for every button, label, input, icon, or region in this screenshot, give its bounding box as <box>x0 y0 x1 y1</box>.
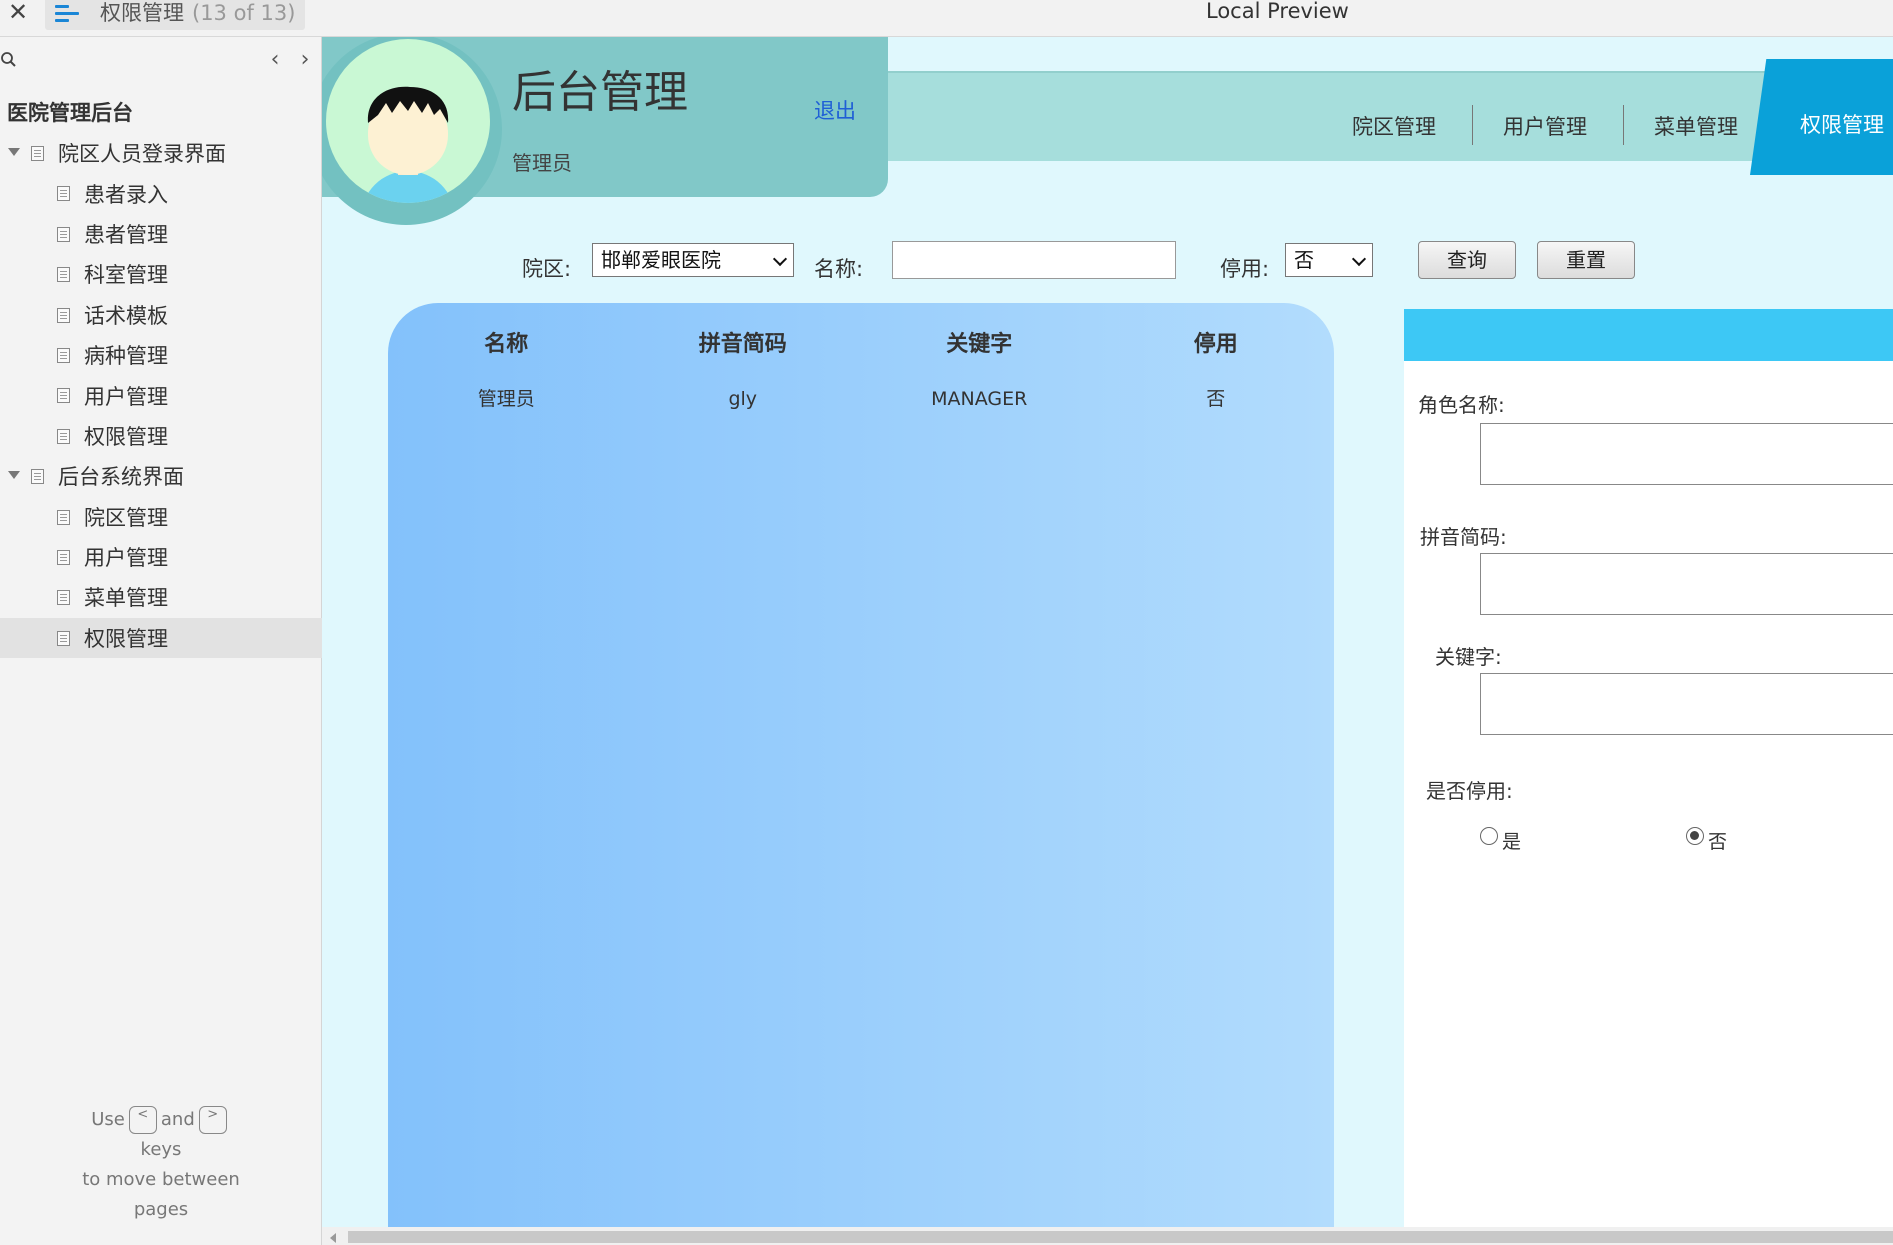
role-name-label: 角色名称: <box>1418 393 1505 417</box>
query-button[interactable]: 查询 <box>1418 241 1516 279</box>
nav-item-menus[interactable]: 菜单管理 <box>1624 105 1774 145</box>
tree-item[interactable]: 权限管理 <box>0 416 322 456</box>
nav-item-permissions[interactable]: 权限管理 <box>1800 103 1884 147</box>
tree-item[interactable]: 院区管理 <box>0 497 322 537</box>
chevron-down-icon <box>1351 251 1367 267</box>
document-tab[interactable]: 权限管理 (13 of 13) <box>45 0 305 30</box>
document-icon <box>31 146 44 161</box>
tree-item[interactable]: 用户管理 <box>0 537 322 577</box>
logout-link[interactable]: 退出 <box>814 95 856 125</box>
document-icon <box>57 590 70 606</box>
page-title: 后台管理 <box>512 67 688 118</box>
tree-item[interactable]: 科室管理 <box>0 254 322 294</box>
document-icon <box>57 226 70 242</box>
search-icon[interactable] <box>0 51 20 71</box>
table-cell: 否 <box>1206 388 1226 410</box>
user-role: 管理员 <box>512 151 572 175</box>
edit-panel-header <box>1404 309 1893 361</box>
scroll-left-icon[interactable] <box>330 1233 336 1243</box>
tree-item[interactable]: 用户管理 <box>0 375 322 415</box>
column-header: 拼音简码 <box>698 332 787 357</box>
tab-title: 权限管理 (13 of 13) <box>100 1 296 25</box>
close-icon[interactable]: ✕ <box>4 0 32 28</box>
column-header: 关键字 <box>946 332 1013 357</box>
table-row[interactable]: 管理员 gly MANAGER 否 <box>388 381 1334 417</box>
document-icon <box>57 549 70 565</box>
next-page-icon[interactable]: › <box>290 47 320 72</box>
tree-root[interactable]: 医院管理后台 <box>7 97 133 127</box>
top-bar: ✕ 权限管理 (13 of 13) Local Preview <box>0 0 1893 37</box>
role-table: 名称 拼音简码 关键字 停用 管理员 gly MANAGER 否 <box>388 303 1334 1227</box>
avatar <box>326 39 490 203</box>
radio-yes-label: 是 <box>1502 831 1522 853</box>
avatar-body <box>361 171 455 203</box>
nav-item-campus[interactable]: 院区管理 <box>1322 105 1473 145</box>
column-header: 停用 <box>1193 332 1238 357</box>
sidebar: ‹ › 医院管理后台 院区人员登录界面 患者录入 患者管理 科室管理 话术模板 病… <box>0 37 322 1245</box>
document-icon <box>31 469 44 485</box>
preview-canvas: 院区管理 用户管理 菜单管理 权限管理 后台管理 管理员 退出 院区: 邯郸爱眼… <box>322 37 1893 1227</box>
campus-select[interactable]: 邯郸爱眼医院 <box>592 243 794 277</box>
tree-item[interactable]: 患者管理 <box>0 214 322 254</box>
scrollbar-thumb[interactable] <box>348 1231 1893 1243</box>
horizontal-scrollbar[interactable] <box>322 1227 1893 1245</box>
nav-item-users[interactable]: 用户管理 <box>1473 105 1624 145</box>
avatar-hair-icon <box>367 86 449 123</box>
previous-page-icon[interactable]: ‹ <box>260 47 290 72</box>
page-nav: ‹ › <box>260 47 320 72</box>
top-nav: 院区管理 用户管理 菜单管理 <box>1322 103 1774 147</box>
page-count: (13 of 13) <box>192 1 296 25</box>
right-key-icon: > <box>198 1106 227 1134</box>
document-icon <box>57 630 70 646</box>
outline-menu-icon[interactable] <box>55 2 81 26</box>
table-cell: gly <box>728 388 758 410</box>
keyword-label: 关键字: <box>1435 645 1502 669</box>
pinyin-input[interactable] <box>1480 553 1893 615</box>
page-tree: 院区人员登录界面 患者录入 患者管理 科室管理 话术模板 病种管理 用户管理 权… <box>0 133 322 659</box>
document-icon <box>57 347 70 363</box>
radio-yes[interactable] <box>1480 827 1498 845</box>
expand-arrow-icon[interactable] <box>8 471 20 480</box>
filter-bar: 院区: 邯郸爱眼医院 名称: 停用: 否 查询 重置 <box>322 237 1893 297</box>
tree-item[interactable]: 病种管理 <box>0 335 322 375</box>
window-title: Local Preview <box>1206 0 1349 23</box>
table-header: 名称 拼音简码 关键字 停用 <box>388 325 1334 365</box>
role-name-input[interactable] <box>1480 423 1893 485</box>
tree-item-selected[interactable]: 权限管理 <box>0 617 322 659</box>
table-cell: MANAGER <box>931 388 1028 410</box>
disabled-status-label: 是否停用: <box>1426 779 1513 803</box>
name-input[interactable] <box>892 241 1176 279</box>
document-icon <box>57 307 70 323</box>
document-icon <box>57 388 70 404</box>
edit-panel: 角色名称: 拼音简码: 关键字: 是否停用: 是 否 <box>1404 309 1893 1227</box>
expand-arrow-icon[interactable] <box>8 148 20 156</box>
document-icon <box>57 186 70 202</box>
column-header: 名称 <box>484 332 529 357</box>
pinyin-label: 拼音简码: <box>1420 525 1507 549</box>
disabled-label: 停用: <box>1220 257 1270 281</box>
reset-button[interactable]: 重置 <box>1537 241 1635 279</box>
tree-group-backend[interactable]: 后台系统界面 <box>0 456 322 496</box>
radio-no-label: 否 <box>1708 831 1728 853</box>
disabled-select[interactable]: 否 <box>1285 243 1373 277</box>
tree-item[interactable]: 菜单管理 <box>0 577 322 617</box>
tree-item[interactable]: 话术模板 <box>0 295 322 335</box>
keyboard-hint: Use < and > keys to move between pages <box>82 1106 240 1220</box>
campus-label: 院区: <box>522 257 572 281</box>
table-cell: 管理员 <box>477 388 535 410</box>
document-icon <box>57 267 70 283</box>
header-card: 后台管理 管理员 退出 <box>322 37 888 225</box>
document-icon <box>57 428 70 444</box>
tree-item[interactable]: 患者录入 <box>0 173 322 213</box>
chevron-down-icon <box>772 251 788 267</box>
tree-group-login[interactable]: 院区人员登录界面 <box>0 133 322 173</box>
name-label: 名称: <box>814 257 864 281</box>
left-key-icon: < <box>128 1106 157 1134</box>
document-icon <box>57 509 70 525</box>
keyword-input[interactable] <box>1480 673 1893 735</box>
radio-no[interactable] <box>1686 827 1704 845</box>
